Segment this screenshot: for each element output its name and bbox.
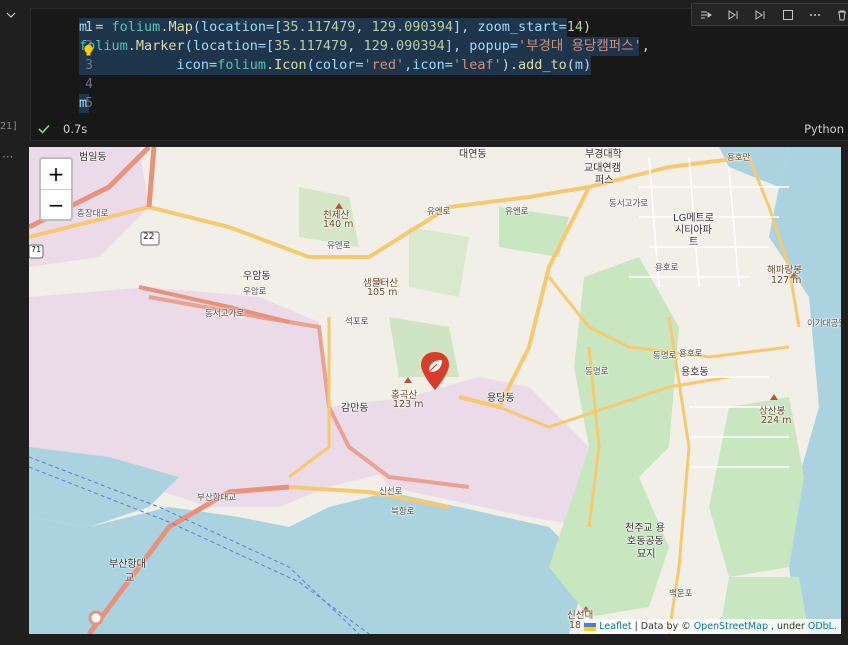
peak-elevation: 140 m <box>323 219 354 230</box>
zoom-out-button[interactable]: − <box>41 190 71 219</box>
ukraine-flag-icon <box>584 622 597 631</box>
place-label: 부산항대 <box>109 559 146 570</box>
road-label: 유엔로 <box>427 207 451 217</box>
road-label: 신선로 <box>379 487 403 497</box>
road-label: 북항로 <box>391 507 415 517</box>
code-line: 1 m = folium.Map(location=[35.117479, 12… <box>31 18 821 37</box>
delete-icon[interactable] <box>835 8 848 22</box>
zoom-in-button[interactable]: + <box>41 159 71 190</box>
place-label: 트 <box>689 237 699 248</box>
road-label: 동명로 <box>585 367 609 377</box>
code-line: 2 folium.Marker(location=[35.117479, 129… <box>31 37 821 56</box>
road-label: 유엔로 <box>505 207 529 217</box>
road-label: 용호로 <box>655 263 679 273</box>
check-icon <box>38 124 50 134</box>
line-number: 4 <box>85 77 93 92</box>
lightbulb-icon[interactable] <box>83 44 94 57</box>
osm-link[interactable]: OpenStreetMap <box>694 619 768 634</box>
road-label: 이기대공원로 <box>807 319 841 329</box>
code-line: 5 m <box>31 94 821 113</box>
place-label: 교 <box>125 573 135 584</box>
place-label: 범일동 <box>79 152 107 163</box>
place-label: 감만동 <box>341 403 369 414</box>
place-label: 용당동 <box>487 393 515 404</box>
road-label: 용호로 <box>679 349 703 359</box>
code-text: icon=folium.Icon(color='red',icon='leaf'… <box>176 57 592 73</box>
leaflet-map[interactable]: 범일동 대연동 부경대학 교대연캠 퍼스 용호만 천제산 140 m LG메트로… <box>29 147 841 634</box>
map-attribution: Leaflet | Data by © OpenStreetMap , unde… <box>580 619 841 634</box>
odbl-link[interactable]: ODbL. <box>808 619 837 634</box>
road-label: 우암로 <box>243 287 267 297</box>
execution-time: 0.7s <box>63 122 88 136</box>
place-label: 대연동 <box>459 149 487 160</box>
peak-elevation: 105 m <box>367 287 398 298</box>
route-shield: 22 <box>143 232 155 242</box>
road-label: 동명로 <box>653 351 677 361</box>
map-marker[interactable] <box>420 351 450 391</box>
leaflet-link[interactable]: Leaflet <box>599 619 631 634</box>
cell-status-bar: 0.7s Python <box>31 121 848 139</box>
execution-count: 21] <box>0 121 19 132</box>
cell-output-more[interactable]: ··· <box>2 150 13 164</box>
place-label: 우암동 <box>243 271 271 282</box>
code-text: m <box>79 95 88 111</box>
place-label: 용호동 <box>681 367 709 378</box>
code-text: m = folium.Map(location=[35.117479, 129.… <box>79 19 592 35</box>
place-label: 용호만 <box>727 153 751 163</box>
code-cell[interactable]: 1 m = folium.Map(location=[35.117479, 12… <box>30 3 848 141</box>
kernel-language[interactable]: Python <box>804 122 844 136</box>
peak-elevation: 123 m <box>393 399 424 410</box>
code-line: 4 <box>31 75 821 94</box>
road-label: 유엔로 <box>327 241 351 251</box>
collapse-chevron-icon[interactable] <box>6 10 16 20</box>
road-label: 동서고가로 <box>205 309 245 319</box>
road-label: 석포로 <box>345 317 369 327</box>
place-label: 퍼스 <box>595 175 614 186</box>
road-label: 동서고가로 <box>609 199 649 209</box>
peak-elevation: 127 m <box>771 275 802 286</box>
place-label: 묘지 <box>637 549 656 560</box>
attribution-text: , under <box>770 621 805 632</box>
zoom-control: + − <box>39 157 73 221</box>
route-shield: 71 <box>31 245 42 254</box>
code-editor[interactable]: 1 m = folium.Map(location=[35.117479, 12… <box>31 15 821 120</box>
road-label: 충장대로 <box>77 209 109 219</box>
road-label: 백운포 <box>669 589 693 599</box>
road-label: 부산항대교 <box>197 493 237 503</box>
attribution-text: | Data by © <box>634 621 691 632</box>
peak-elevation: 224 m <box>761 415 792 426</box>
peak-label: 해파랑봉 <box>767 265 802 276</box>
code-text: folium.Marker(location=[35.117479, 129.0… <box>79 38 650 54</box>
code-line: 3 icon=folium.Icon(color='red',icon='lea… <box>31 56 821 75</box>
